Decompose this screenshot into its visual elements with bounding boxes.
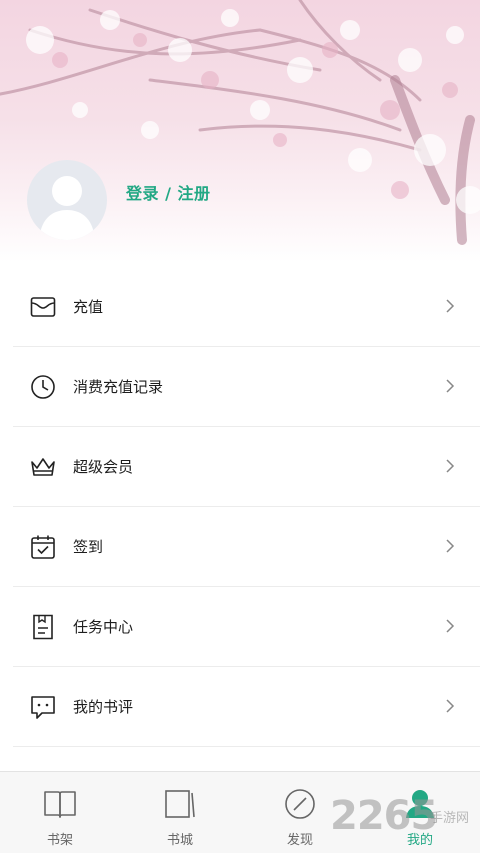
chevron-right-icon <box>446 379 455 393</box>
task-document-icon <box>33 614 53 640</box>
menu-item-recharge[interactable]: 充值 <box>0 267 480 347</box>
default-user-icon <box>39 176 95 240</box>
menu-item-label: 超级会员 <box>73 458 134 476</box>
chevron-right-icon <box>446 699 455 713</box>
tab-label: 书城 <box>166 833 193 848</box>
tab-bookstore[interactable]: 书城 <box>120 772 240 853</box>
menu-item-label: 我的书评 <box>73 698 134 716</box>
menu-item-label: 充值 <box>73 298 104 316</box>
bottom-tab-bar: 书架 书城 发现 我的 <box>0 771 480 853</box>
menu-item-label: 任务中心 <box>73 618 134 636</box>
menu-item-task-center[interactable]: 任务中心 <box>0 587 480 667</box>
login-register-link[interactable]: 登录 / 注册 <box>126 180 211 204</box>
tab-label: 发现 <box>286 833 313 848</box>
calendar-check-icon <box>31 535 55 559</box>
menu-item-label: 消费充值记录 <box>73 378 164 396</box>
compass-icon <box>285 789 315 819</box>
clock-icon <box>31 375 55 399</box>
tab-label: 我的 <box>406 833 433 848</box>
tab-discover[interactable]: 发现 <box>240 772 360 853</box>
menu-item-super-member[interactable]: 超级会员 <box>0 427 480 507</box>
menu-item-my-reviews[interactable]: 我的书评 <box>0 667 480 747</box>
tab-bookshelf[interactable]: 书架 <box>0 772 120 853</box>
wallet-icon <box>30 297 56 317</box>
profile-menu: 充值 消费充值记录 超级会员 签到 任务中心 我的书评 <box>0 267 480 747</box>
chevron-right-icon <box>446 299 455 313</box>
tab-mine[interactable]: 我的 <box>360 772 480 853</box>
tab-label: 书架 <box>46 833 73 848</box>
chevron-right-icon <box>446 539 455 553</box>
open-book-icon <box>44 791 76 818</box>
user-icon <box>406 790 434 818</box>
book-icon <box>165 790 195 818</box>
crown-icon <box>31 458 55 476</box>
menu-item-consumption-records[interactable]: 消费充值记录 <box>0 347 480 427</box>
chevron-right-icon <box>446 459 455 473</box>
chevron-right-icon <box>446 619 455 633</box>
menu-item-label: 签到 <box>73 538 104 556</box>
comment-icon <box>31 696 55 719</box>
menu-item-sign-in[interactable]: 签到 <box>0 507 480 587</box>
avatar[interactable] <box>27 160 107 240</box>
profile-header: 登录 / 注册 <box>0 0 480 262</box>
